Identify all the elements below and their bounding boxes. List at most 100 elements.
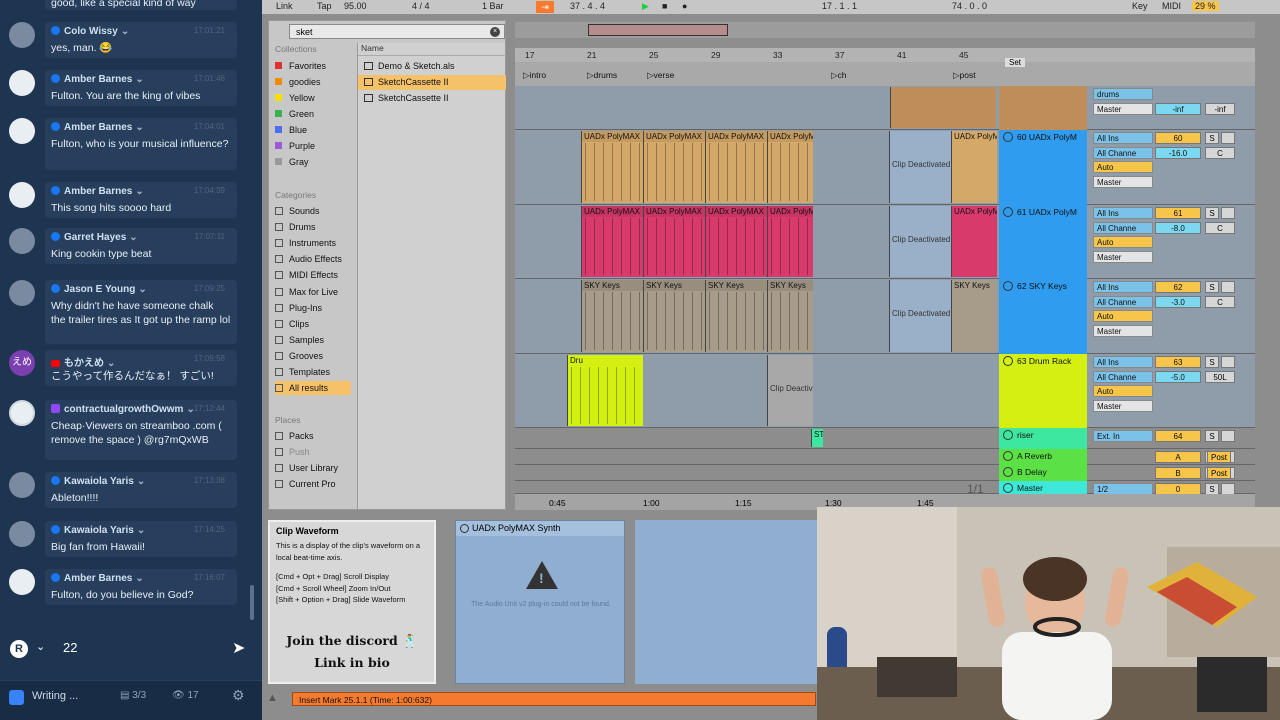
key-map-button[interactable]: Key xyxy=(1132,1,1148,11)
collection-item[interactable]: Gray xyxy=(275,155,309,169)
volume-field[interactable]: -5.0 xyxy=(1155,370,1201,383)
track-number-button[interactable]: A xyxy=(1155,451,1201,463)
midi-clip[interactable]: SKY Keys xyxy=(643,280,705,352)
avatar[interactable] xyxy=(9,472,35,498)
deactivated-clip[interactable]: Clip Deactivated xyxy=(889,206,951,277)
chat-scrollbar[interactable] xyxy=(250,585,254,620)
locator[interactable]: ▷ch xyxy=(831,70,847,81)
track-header[interactable]: B Delay xyxy=(999,465,1087,481)
browser-file[interactable]: SketchCassette II xyxy=(358,75,506,90)
output-select[interactable]: Master xyxy=(1093,399,1153,412)
chat-author[interactable]: Amber Barnes xyxy=(64,74,132,85)
track-number-button[interactable]: 63 xyxy=(1155,356,1201,368)
avatar[interactable] xyxy=(9,118,35,144)
track-number-button[interactable]: 60 xyxy=(1155,132,1201,144)
solo-button[interactable]: S xyxy=(1205,207,1219,219)
track-header[interactable]: 61 UADx PolyM xyxy=(999,205,1087,279)
chevron-down-icon[interactable]: ⌄ xyxy=(107,358,115,369)
chevron-down-icon[interactable]: ⌄ xyxy=(129,232,137,243)
tap-button[interactable]: Tap xyxy=(317,1,332,11)
volume-field[interactable]: -8.0 xyxy=(1155,221,1201,234)
chevron-down-icon[interactable]: ⌄ xyxy=(135,74,143,85)
song-position[interactable]: 37 . 4 . 4 xyxy=(570,1,605,11)
track-number-button[interactable]: B xyxy=(1155,467,1201,479)
input-type-select[interactable]: All Ins xyxy=(1093,356,1153,368)
volume-field[interactable]: -inf xyxy=(1155,102,1201,115)
audio-clip[interactable] xyxy=(890,87,996,128)
deactivated-clip[interactable]: Clip Deactivated xyxy=(767,355,813,426)
track-activator-icon[interactable] xyxy=(1003,451,1013,461)
track-header[interactable]: 60 UADx PolyM xyxy=(999,130,1087,205)
chevron-down-icon[interactable]: ⌄ xyxy=(121,26,129,37)
category-item[interactable]: All results xyxy=(275,381,351,396)
quantize-menu[interactable]: 1 Bar xyxy=(482,1,504,11)
avatar[interactable] xyxy=(9,280,35,306)
midi-map-button[interactable]: MIDI xyxy=(1162,1,1181,11)
monitor-toggle[interactable]: Auto xyxy=(1093,385,1153,397)
category-item[interactable]: Grooves xyxy=(275,349,323,363)
pan-field[interactable]: C xyxy=(1205,221,1235,234)
track-activator-icon[interactable] xyxy=(1003,281,1013,291)
category-item[interactable]: Audio Effects xyxy=(275,252,342,266)
chat-author[interactable]: Kawaiola Yaris xyxy=(64,476,134,487)
set-locator-button[interactable]: Set xyxy=(1005,58,1026,67)
midi-clip[interactable]: SKY Keys xyxy=(705,280,767,352)
avatar[interactable] xyxy=(9,521,35,547)
chat-author[interactable]: contractualgrowthOwwm xyxy=(64,404,183,415)
avatar[interactable] xyxy=(9,70,35,96)
chat-author[interactable]: もかえめ xyxy=(64,358,104,369)
input-type-select[interactable]: Ext. In xyxy=(1093,430,1153,442)
volume-field[interactable]: -16.0 xyxy=(1155,146,1201,159)
midi-clip[interactable]: UADx PolyMAX xyxy=(705,131,767,203)
play-icon[interactable]: ▶ xyxy=(642,1,649,12)
track-activator-icon[interactable] xyxy=(1003,467,1013,477)
track-lane[interactable] xyxy=(515,449,1255,465)
avatar[interactable] xyxy=(9,569,35,595)
track-header[interactable]: 62 SKY Keys xyxy=(999,279,1087,354)
midi-clip[interactable]: UADx PolyMAX xyxy=(951,131,997,203)
avatar[interactable] xyxy=(9,182,35,208)
midi-clip[interactable]: UADx PolyMAX xyxy=(643,206,705,277)
category-item[interactable]: Drums xyxy=(275,220,316,234)
pan-field[interactable]: C xyxy=(1205,295,1235,308)
track-header[interactable]: A Reverb xyxy=(999,449,1087,465)
chat-author[interactable]: Jason E Young xyxy=(64,284,135,295)
track-activator-icon[interactable] xyxy=(1003,132,1013,142)
record-icon[interactable]: ● xyxy=(682,1,687,11)
locator[interactable]: ▷verse xyxy=(647,70,674,81)
arm-icon[interactable] xyxy=(1221,207,1235,219)
track-activator-icon[interactable] xyxy=(1003,430,1013,440)
avatar[interactable] xyxy=(9,228,35,254)
midi-clip[interactable]: UADx PolyMAX xyxy=(705,206,767,277)
input-channel-select[interactable]: All Channe xyxy=(1093,370,1153,383)
midi-clip[interactable]: UADx PolyMAX xyxy=(643,131,705,203)
collection-item[interactable]: Purple xyxy=(275,139,315,153)
monitor-toggle[interactable]: Auto xyxy=(1093,236,1153,248)
track-header[interactable]: 63 Drum Rack xyxy=(999,354,1087,428)
chat-author[interactable]: Colo Wissy xyxy=(64,26,118,37)
locator[interactable]: ▷post xyxy=(953,70,976,81)
chevron-down-icon[interactable]: ⌄ xyxy=(137,476,145,487)
solo-button[interactable]: S xyxy=(1205,132,1219,144)
clear-search-icon[interactable]: × xyxy=(490,27,500,37)
midi-clip[interactable]: UADx PolyMAX xyxy=(581,206,643,277)
chevron-down-icon[interactable]: ⌄ xyxy=(137,525,145,536)
chat-author[interactable]: Amber Barnes xyxy=(64,122,132,133)
midi-clip[interactable]: UADx PolyMAX xyxy=(951,206,997,277)
midi-clip[interactable]: SKY Keys xyxy=(581,280,643,352)
collection-item[interactable]: goodies xyxy=(275,75,321,89)
volume-field[interactable]: -3.0 xyxy=(1155,295,1201,308)
category-item[interactable]: Sounds xyxy=(275,204,320,218)
midi-clip[interactable]: UADx PolyMAX xyxy=(581,131,643,203)
time-signature[interactable]: 4 / 4 xyxy=(412,1,430,11)
monitor-toggle[interactable]: Auto xyxy=(1093,161,1153,173)
record-arm-icon[interactable]: ⇥ xyxy=(536,1,554,13)
stop-icon[interactable]: ■ xyxy=(662,1,667,11)
track-header[interactable]: riser xyxy=(999,428,1087,449)
pan-field[interactable]: C xyxy=(1205,146,1235,159)
track-lane[interactable] xyxy=(515,465,1255,481)
pan-field[interactable]: -inf xyxy=(1205,102,1235,115)
deactivated-clip[interactable]: Clip Deactivated xyxy=(889,280,951,352)
browser-search-input[interactable]: sket × xyxy=(289,24,505,39)
category-item[interactable]: Max for Live xyxy=(275,285,338,299)
